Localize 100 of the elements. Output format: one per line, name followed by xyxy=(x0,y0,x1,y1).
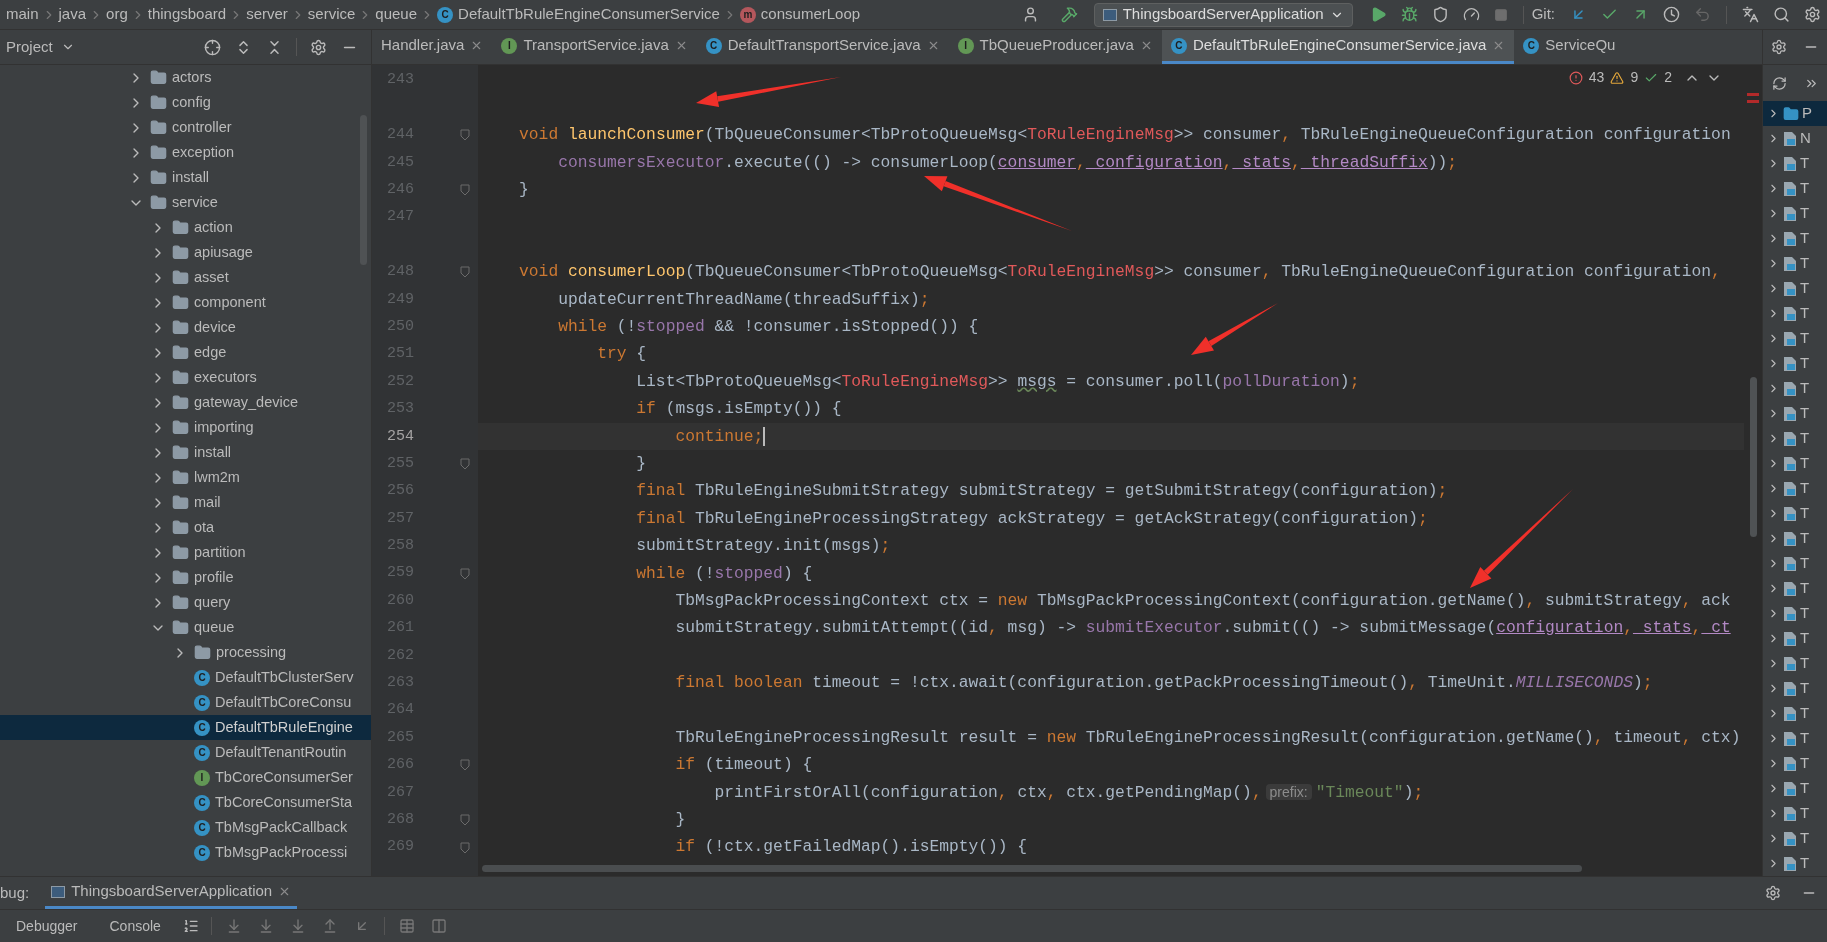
structure-item[interactable]: T xyxy=(1763,851,1827,876)
editor-tab[interactable]: C ServiceQu xyxy=(1514,30,1625,64)
tree-item[interactable]: importing xyxy=(0,415,371,440)
settings-icon[interactable] xyxy=(1804,6,1821,23)
project-view-dropdown[interactable]: Project xyxy=(6,35,75,59)
horizontal-scrollbar[interactable] xyxy=(482,865,1582,872)
table-icon[interactable] xyxy=(398,918,415,934)
structure-item[interactable]: N xyxy=(1763,126,1827,151)
structure-item[interactable]: T xyxy=(1763,776,1827,801)
tree-item[interactable]: C TbCoreConsumerSta xyxy=(0,790,371,815)
translate-icon[interactable] xyxy=(1742,6,1759,23)
tree-item[interactable]: exception xyxy=(0,140,371,165)
tree-item[interactable]: I TbCoreConsumerSer xyxy=(0,765,371,790)
structure-item[interactable]: T xyxy=(1763,651,1827,676)
structure-item[interactable]: T xyxy=(1763,376,1827,401)
editor-tab[interactable]: Handler.java xyxy=(372,30,493,64)
structure-item[interactable]: T xyxy=(1763,701,1827,726)
tree-item[interactable]: C DefaultTbCoreConsu xyxy=(0,690,371,715)
coverage-icon[interactable] xyxy=(1431,6,1449,23)
fold-marker-icon[interactable] xyxy=(460,567,470,580)
debug-tool-tab[interactable]: Console xyxy=(93,910,177,942)
fold-marker-icon[interactable] xyxy=(460,266,470,279)
editor-tab[interactable]: I TbQueueProducer.java xyxy=(948,30,1162,64)
settings-icon[interactable] xyxy=(310,38,327,56)
structure-item[interactable]: T xyxy=(1763,751,1827,776)
tree-item[interactable]: partition xyxy=(0,540,371,565)
tree-item[interactable]: C TbMsgPackProcessi xyxy=(0,840,371,865)
tree-item[interactable]: C DefaultTenantRoutin xyxy=(0,740,371,765)
structure-item[interactable]: T xyxy=(1763,526,1827,551)
tree-item[interactable]: edge xyxy=(0,340,371,365)
crosshair-icon[interactable] xyxy=(204,38,221,56)
tree-item[interactable]: actors xyxy=(0,65,371,90)
undo-icon[interactable] xyxy=(1694,6,1711,23)
editor-tab[interactable]: I TransportService.java xyxy=(492,30,697,64)
structure-item[interactable]: T xyxy=(1763,276,1827,301)
fold-marker-icon[interactable] xyxy=(460,759,470,772)
fold-marker-icon[interactable] xyxy=(460,814,470,827)
tree-item[interactable]: component xyxy=(0,290,371,315)
tree-item[interactable]: query xyxy=(0,590,371,615)
structure-item[interactable]: T xyxy=(1763,676,1827,701)
structure-item[interactable]: T xyxy=(1763,451,1827,476)
profiler-icon[interactable] xyxy=(1462,6,1480,23)
tree-item[interactable]: install xyxy=(0,165,371,190)
structure-item[interactable]: T xyxy=(1763,251,1827,276)
editor-tab[interactable]: C DefaultTransportService.java xyxy=(696,30,949,64)
structure-item[interactable]: T xyxy=(1763,151,1827,176)
history-icon[interactable] xyxy=(1663,6,1680,23)
structure-item[interactable]: T xyxy=(1763,176,1827,201)
tree-item[interactable]: asset xyxy=(0,265,371,290)
structure-item[interactable]: T xyxy=(1763,801,1827,826)
tree-item[interactable]: controller xyxy=(0,115,371,140)
breadcrumb-item[interactable]: queue xyxy=(375,3,418,26)
structure-item[interactable]: T xyxy=(1763,551,1827,576)
fold-marker-icon[interactable] xyxy=(460,184,470,197)
tree-item[interactable]: apiusage xyxy=(0,240,371,265)
tree-item[interactable]: install xyxy=(0,440,371,465)
columns-icon[interactable] xyxy=(430,918,447,934)
breadcrumb-item[interactable]: server xyxy=(246,3,288,26)
tree-item[interactable]: ota xyxy=(0,515,371,540)
structure-item[interactable]: P xyxy=(1763,101,1827,126)
tree-item[interactable]: C DefaultTbRuleEngine xyxy=(0,715,371,740)
structure-item[interactable]: T xyxy=(1763,226,1827,251)
refresh-icon[interactable] xyxy=(1771,75,1787,91)
tree-item[interactable]: C DefaultTbClusterServ xyxy=(0,665,371,690)
tree-item[interactable]: lwm2m xyxy=(0,465,371,490)
structure-item[interactable]: T xyxy=(1763,726,1827,751)
debug-session-tab[interactable]: ThingsboardServerApplication xyxy=(45,877,298,909)
hammer-icon[interactable] xyxy=(1060,6,1078,23)
stop-icon[interactable] xyxy=(1493,7,1508,22)
structure-item[interactable]: T xyxy=(1763,576,1827,601)
tree-item[interactable]: action xyxy=(0,215,371,240)
structure-item[interactable]: T xyxy=(1763,301,1827,326)
tree-item[interactable]: mail xyxy=(0,490,371,515)
breadcrumb-item[interactable]: service xyxy=(307,3,356,26)
structure-item[interactable]: T xyxy=(1763,401,1827,426)
tree-item[interactable]: processing xyxy=(0,640,371,665)
structure-item[interactable]: T xyxy=(1763,351,1827,376)
tree-item[interactable]: profile xyxy=(0,565,371,590)
settings-icon[interactable] xyxy=(1765,885,1781,901)
breadcrumb-item[interactable]: C DefaultTbRuleEngineConsumerService xyxy=(437,3,720,26)
tree-item[interactable]: gateway_device xyxy=(0,390,371,415)
tree-item[interactable]: device xyxy=(0,315,371,340)
fold-marker-icon[interactable] xyxy=(460,458,470,471)
debug-icon[interactable] xyxy=(1400,6,1418,23)
tree-item[interactable]: C TbMsgPackCallback xyxy=(0,815,371,840)
breadcrumb-item[interactable]: m consumerLoop xyxy=(739,3,861,26)
breadcrumb-item[interactable]: main xyxy=(6,3,39,26)
structure-item[interactable]: T xyxy=(1763,626,1827,651)
search-icon[interactable] xyxy=(1773,6,1790,23)
tree-item[interactable]: config xyxy=(0,90,371,115)
structure-item[interactable]: T xyxy=(1763,426,1827,451)
tree-item[interactable]: service xyxy=(0,190,371,215)
run-configuration-dropdown[interactable]: ThingsboardServerApplication xyxy=(1093,2,1353,27)
structure-item[interactable]: T xyxy=(1763,201,1827,226)
fold-marker-icon[interactable] xyxy=(460,841,470,854)
fold-marker-icon[interactable] xyxy=(460,129,470,142)
editor-tab[interactable]: C DefaultTbRuleEngineConsumerService.java xyxy=(1161,30,1515,64)
scrollbar[interactable] xyxy=(1749,377,1757,537)
structure-item[interactable]: T xyxy=(1763,326,1827,351)
breadcrumb-item[interactable]: org xyxy=(106,3,128,26)
